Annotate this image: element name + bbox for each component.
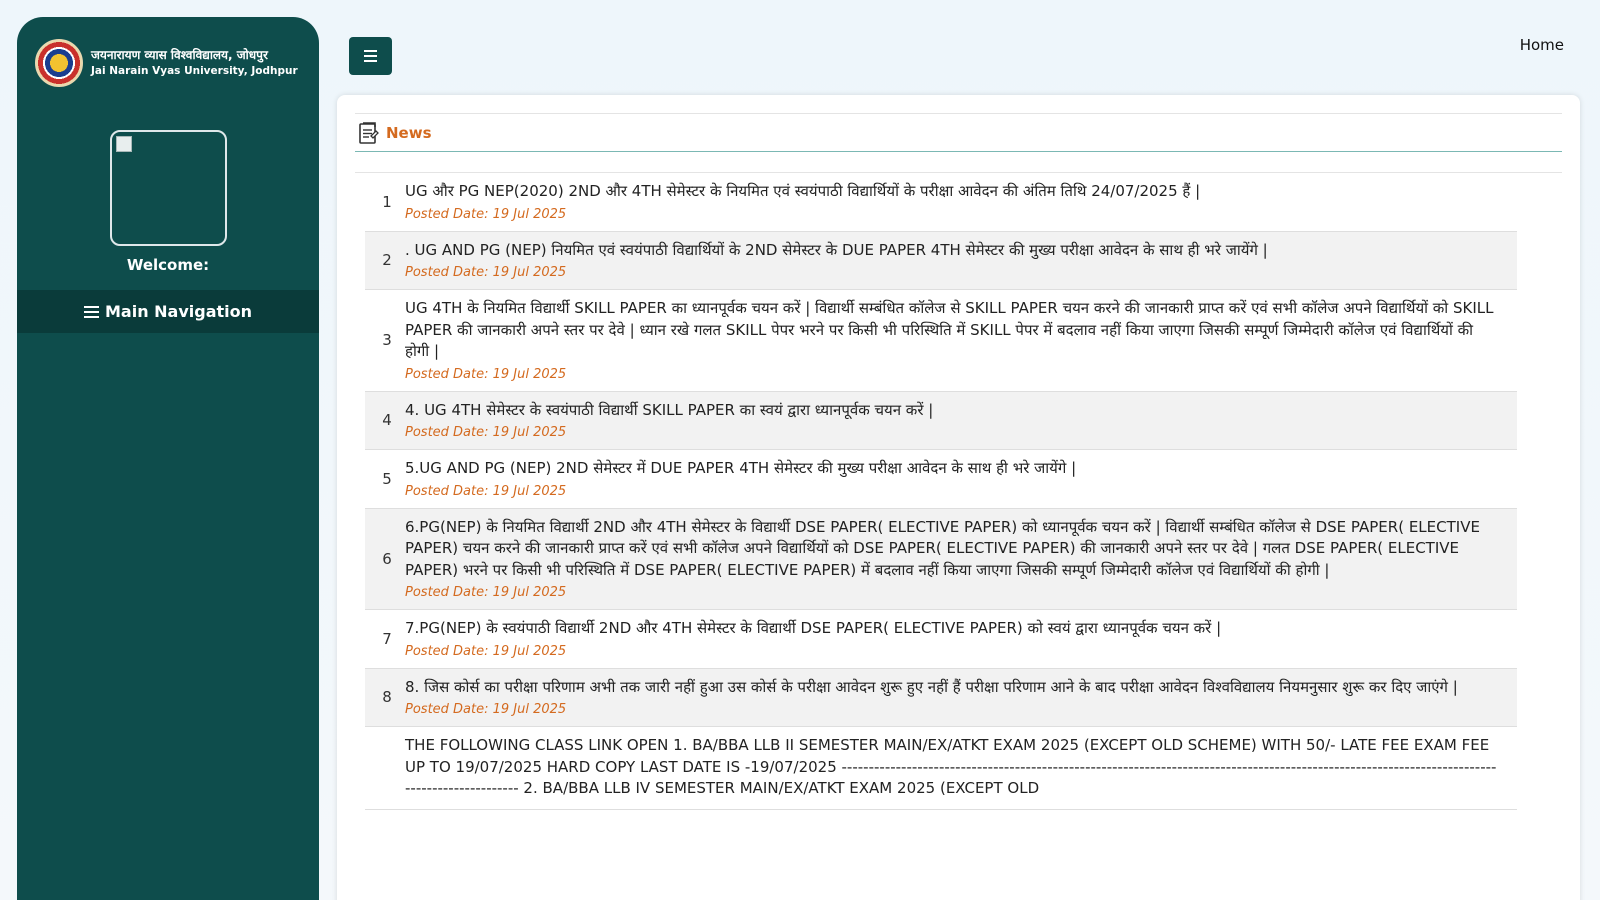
news-item-date: Posted Date: 19 Jul 2025: [405, 265, 567, 280]
news-item-text[interactable]: 4. UG 4TH सेमेस्टर के स्वयंपाठी विद्यार्…: [405, 400, 1497, 422]
news-item[interactable]: 2. UG AND PG (NEP) नियमित एवं स्वयंपाठी …: [365, 231, 1517, 290]
news-item[interactable]: 1 UG और PG NEP(2020) 2ND और 4TH सेमेस्टर …: [365, 173, 1517, 232]
university-logo-icon: [35, 39, 83, 87]
news-item-date: Posted Date: 19 Jul 2025: [405, 702, 567, 717]
news-item-date: Posted Date: 19 Jul 2025: [405, 425, 567, 440]
news-item-text[interactable]: THE FOLLOWING CLASS LINK OPEN 1. BA/BBA …: [405, 735, 1497, 800]
news-item[interactable]: 7 7.PG(NEP) के स्वयंपाठी विद्यार्थी 2ND औ…: [365, 609, 1517, 669]
university-brand[interactable]: जयनारायण व्यास विश्वविद्यालय, जोधपुर Jai…: [35, 39, 298, 87]
news-item-number: 1: [365, 173, 405, 232]
news-item-content: 7.PG(NEP) के स्वयंपाठी विद्यार्थी 2ND और…: [405, 609, 1517, 669]
news-item[interactable]: 4 4. UG 4TH सेमेस्टर के स्वयंपाठी विद्यार…: [365, 391, 1517, 450]
news-item-number: [365, 726, 405, 810]
news-item-date: Posted Date: 19 Jul 2025: [405, 585, 567, 600]
news-item-number: 7: [365, 609, 405, 669]
news-item-text[interactable]: 6.PG(NEP) के नियमित विद्यार्थी 2ND और 4T…: [405, 517, 1497, 582]
news-item-text[interactable]: UG और PG NEP(2020) 2ND और 4TH सेमेस्टर क…: [405, 181, 1497, 203]
news-item-number: 6: [365, 508, 405, 610]
news-item-date: Posted Date: 19 Jul 2025: [405, 483, 567, 499]
news-item-content: 5.UG AND PG (NEP) 2ND सेमेस्टर में DUE P…: [405, 449, 1517, 509]
news-item[interactable]: 5 5.UG AND PG (NEP) 2ND सेमेस्टर में DUE …: [365, 449, 1517, 509]
news-item-text[interactable]: 5.UG AND PG (NEP) 2ND सेमेस्टर में DUE P…: [405, 458, 1497, 480]
news-item-content: UG और PG NEP(2020) 2ND और 4TH सेमेस्टर क…: [405, 173, 1517, 232]
news-item-content: 4. UG 4TH सेमेस्टर के स्वयंपाठी विद्यार्…: [405, 391, 1517, 450]
news-item-content: 6.PG(NEP) के नियमित विद्यार्थी 2ND और 4T…: [405, 508, 1517, 610]
news-item-content: THE FOLLOWING CLASS LINK OPEN 1. BA/BBA …: [405, 726, 1517, 810]
welcome-label: Welcome:: [126, 256, 210, 274]
main-navigation-toggle[interactable]: Main Navigation: [17, 290, 319, 333]
news-item-text[interactable]: . UG AND PG (NEP) नियमित एवं स्वयंपाठी व…: [405, 240, 1497, 262]
university-name-english: Jai Narain Vyas University, Jodhpur: [91, 65, 298, 77]
news-panel: News 1 UG और PG NEP(2020) 2ND और 4TH सेमे…: [337, 95, 1580, 900]
broken-image-icon: [116, 136, 132, 152]
news-item-number: 8: [365, 668, 405, 727]
news-item[interactable]: THE FOLLOWING CLASS LINK OPEN 1. BA/BBA …: [365, 726, 1517, 810]
news-item-number: 2: [365, 231, 405, 290]
news-item-text[interactable]: UG 4TH के नियमित विद्यार्थी SKILL PAPER …: [405, 298, 1497, 363]
news-item[interactable]: 8 8. जिस कोर्स का परीक्षा परिणाम अभी तक ज…: [365, 668, 1517, 727]
main-navigation-label: Main Navigation: [104, 302, 253, 321]
news-item-content: 8. जिस कोर्स का परीक्षा परिणाम अभी तक जा…: [405, 668, 1517, 727]
newspaper-icon: [359, 121, 379, 144]
news-header: News: [355, 114, 1562, 152]
news-item[interactable]: 3 UG 4TH के नियमित विद्यार्थी SKILL PAPER…: [365, 289, 1517, 392]
user-avatar: [110, 130, 227, 246]
news-item-date: Posted Date: 19 Jul 2025: [405, 206, 567, 222]
news-item[interactable]: 6 6.PG(NEP) के नियमित विद्यार्थी 2ND और 4…: [365, 508, 1517, 610]
news-table: 1 UG और PG NEP(2020) 2ND और 4TH सेमेस्टर …: [365, 173, 1517, 810]
news-title: News: [386, 123, 432, 142]
news-item-date: Posted Date: 19 Jul 2025: [405, 366, 567, 382]
news-item-number: 3: [365, 289, 405, 392]
menu-icon: [83, 303, 99, 321]
sidebar: जयनारायण व्यास विश्वविद्यालय, जोधपुर Jai…: [17, 17, 319, 900]
news-item-number: 4: [365, 391, 405, 450]
news-item-text[interactable]: 7.PG(NEP) के स्वयंपाठी विद्यार्थी 2ND और…: [405, 618, 1497, 640]
home-link[interactable]: Home: [1520, 36, 1564, 54]
news-item-content: UG 4TH के नियमित विद्यार्थी SKILL PAPER …: [405, 289, 1517, 392]
university-name-hindi: जयनारायण व्यास विश्वविद्यालय, जोधपुर: [91, 48, 268, 62]
news-item-number: 5: [365, 449, 405, 509]
news-item-content: . UG AND PG (NEP) नियमित एवं स्वयंपाठी व…: [405, 231, 1517, 290]
news-item-text[interactable]: 8. जिस कोर्स का परीक्षा परिणाम अभी तक जा…: [405, 677, 1497, 699]
news-item-date: Posted Date: 19 Jul 2025: [405, 643, 567, 659]
sidebar-toggle-button[interactable]: [349, 37, 392, 75]
